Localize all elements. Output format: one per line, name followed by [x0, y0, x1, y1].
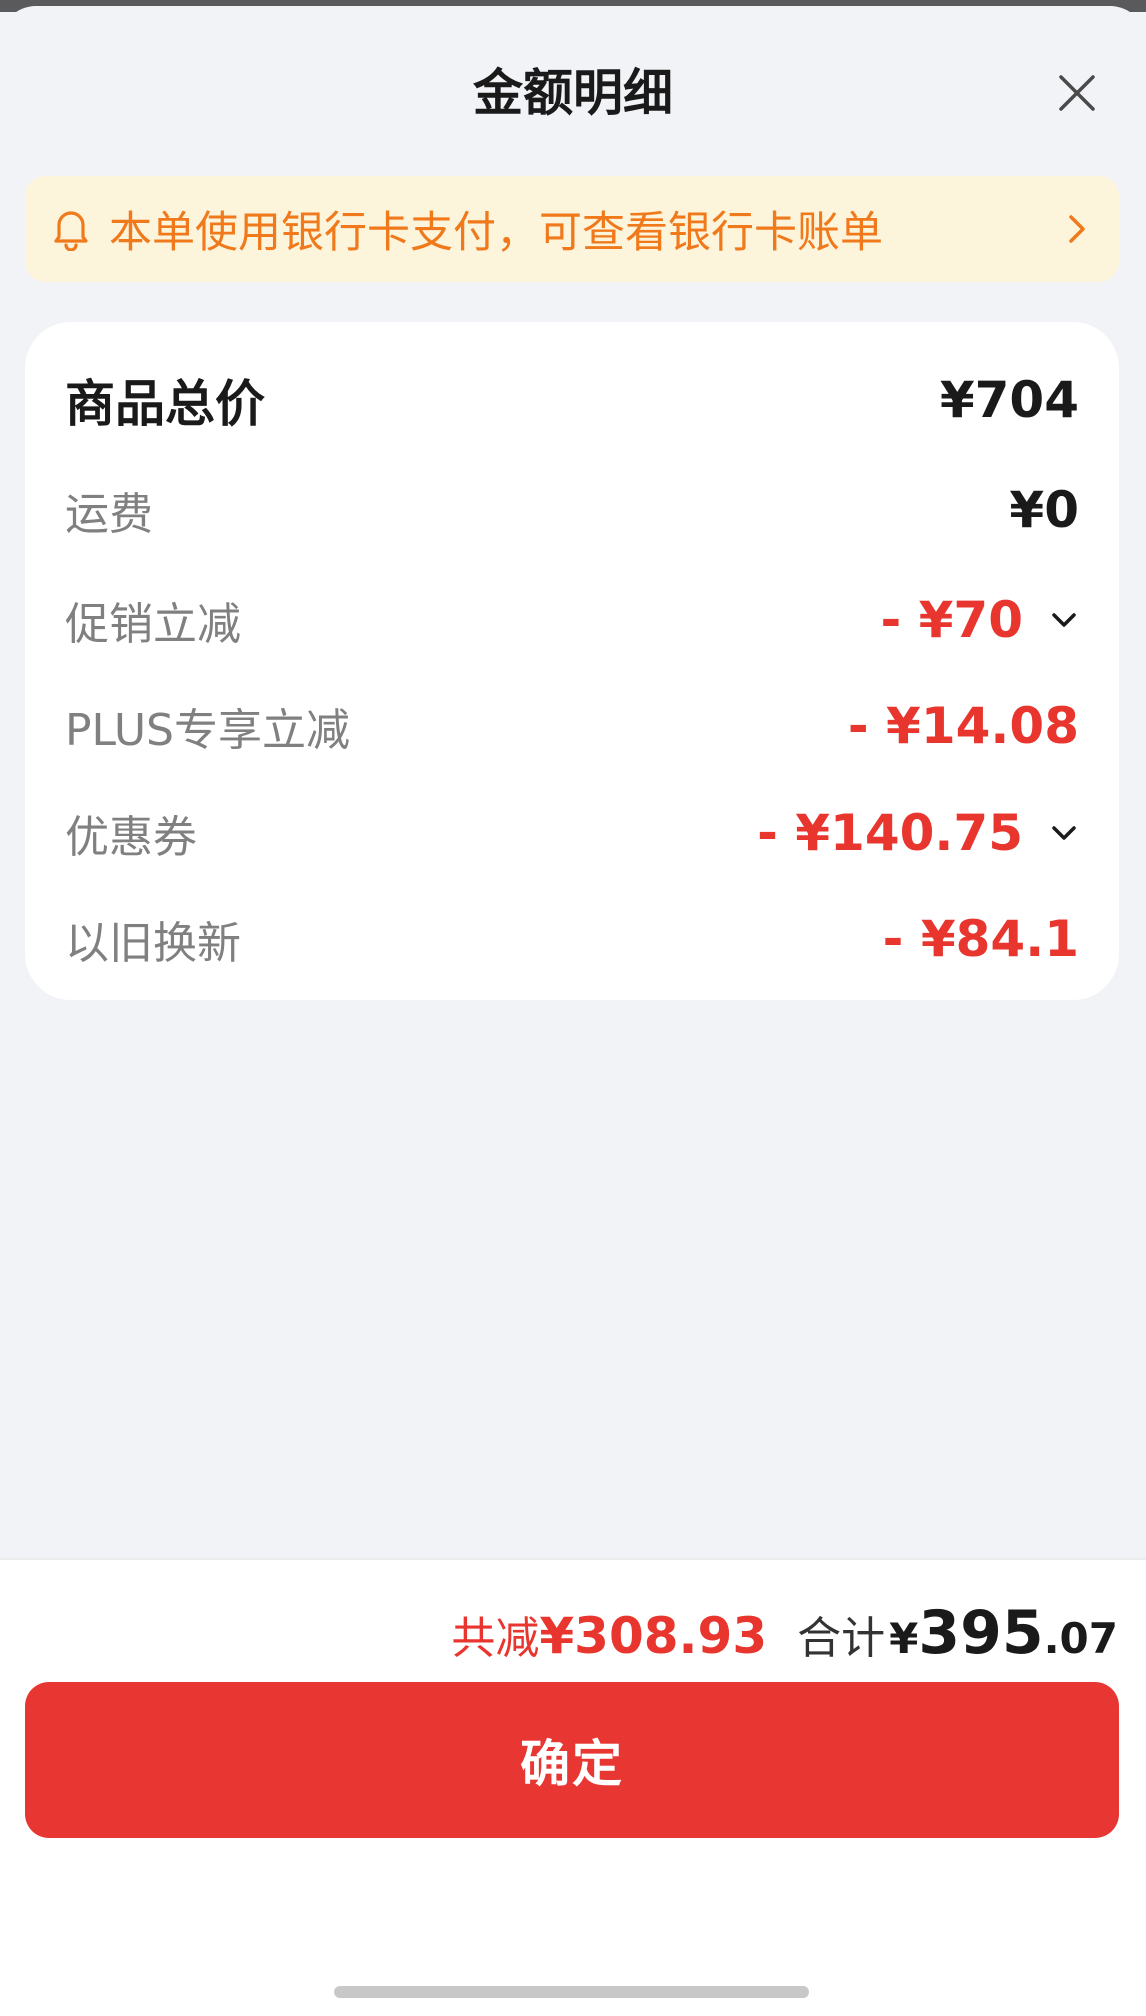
coupon-row[interactable]: 优惠券 - ¥140.75 [65, 793, 1079, 873]
chevron-right-icon [1069, 215, 1085, 243]
price-breakdown-card: 商品总价 ¥704 运费 ¥0 促销立减 - ¥70 PLUS专享立减 - ¥1… [25, 322, 1119, 1000]
plus-discount-label: PLUS专享立减 [65, 705, 350, 756]
trade-in-value: - ¥84.1 [882, 910, 1079, 968]
chevron-down-icon [1052, 613, 1076, 627]
coupon-label: 优惠券 [65, 812, 197, 863]
plus-discount-row: PLUS专享立减 - ¥14.08 [65, 686, 1079, 766]
sheet-title: 金额明细 [473, 64, 673, 122]
shipping-label: 运费 [65, 489, 153, 540]
amount-details-sheet: 金额明细 本单使用银行卡支付，可查看银行卡账单 商品总价 ¥704 运费 ¥0 [0, 6, 1146, 2016]
saved-amount: ¥308.93 [539, 1607, 768, 1665]
trade-in-label: 以旧换新 [65, 918, 241, 969]
totals-summary: 共减 ¥308.93 合计 ¥ 395 .07 [451, 1598, 1118, 1668]
promo-discount-row[interactable]: 促销立减 - ¥70 [65, 580, 1079, 660]
trade-in-row: 以旧换新 - ¥84.1 [65, 899, 1079, 979]
bell-icon [54, 211, 88, 251]
shipping-value: ¥0 [1009, 481, 1079, 539]
notice-text: 本单使用银行卡支付，可查看银行卡账单 [109, 208, 883, 258]
coupon-value: - ¥140.75 [757, 804, 1079, 862]
total-label: 合计 [797, 1613, 886, 1664]
total-currency: ¥ [889, 1614, 919, 1663]
plus-discount-value: - ¥14.08 [847, 697, 1079, 755]
promo-discount-label: 促销立减 [65, 599, 241, 650]
home-indicator[interactable] [334, 1986, 809, 1998]
close-button[interactable] [1048, 64, 1106, 122]
chevron-down-icon [1052, 826, 1076, 840]
shipping-row: 运费 ¥0 [65, 470, 1079, 550]
subtotal-value: ¥704 [939, 371, 1079, 429]
saved-label: 共减 [451, 1613, 540, 1664]
checkout-footer: 共减 ¥308.93 合计 ¥ 395 .07 确定 [0, 1558, 1146, 2016]
bank-card-bill-notice[interactable]: 本单使用银行卡支付，可查看银行卡账单 [25, 176, 1119, 282]
total-integer: 395 [918, 1598, 1044, 1668]
promo-discount-value: - ¥70 [880, 591, 1079, 649]
close-icon [1059, 75, 1095, 111]
subtotal-label: 商品总价 [65, 375, 265, 433]
subtotal-row: 商品总价 ¥704 [65, 360, 1079, 440]
confirm-button[interactable]: 确定 [25, 1682, 1119, 1838]
total-decimal: .07 [1043, 1614, 1118, 1663]
